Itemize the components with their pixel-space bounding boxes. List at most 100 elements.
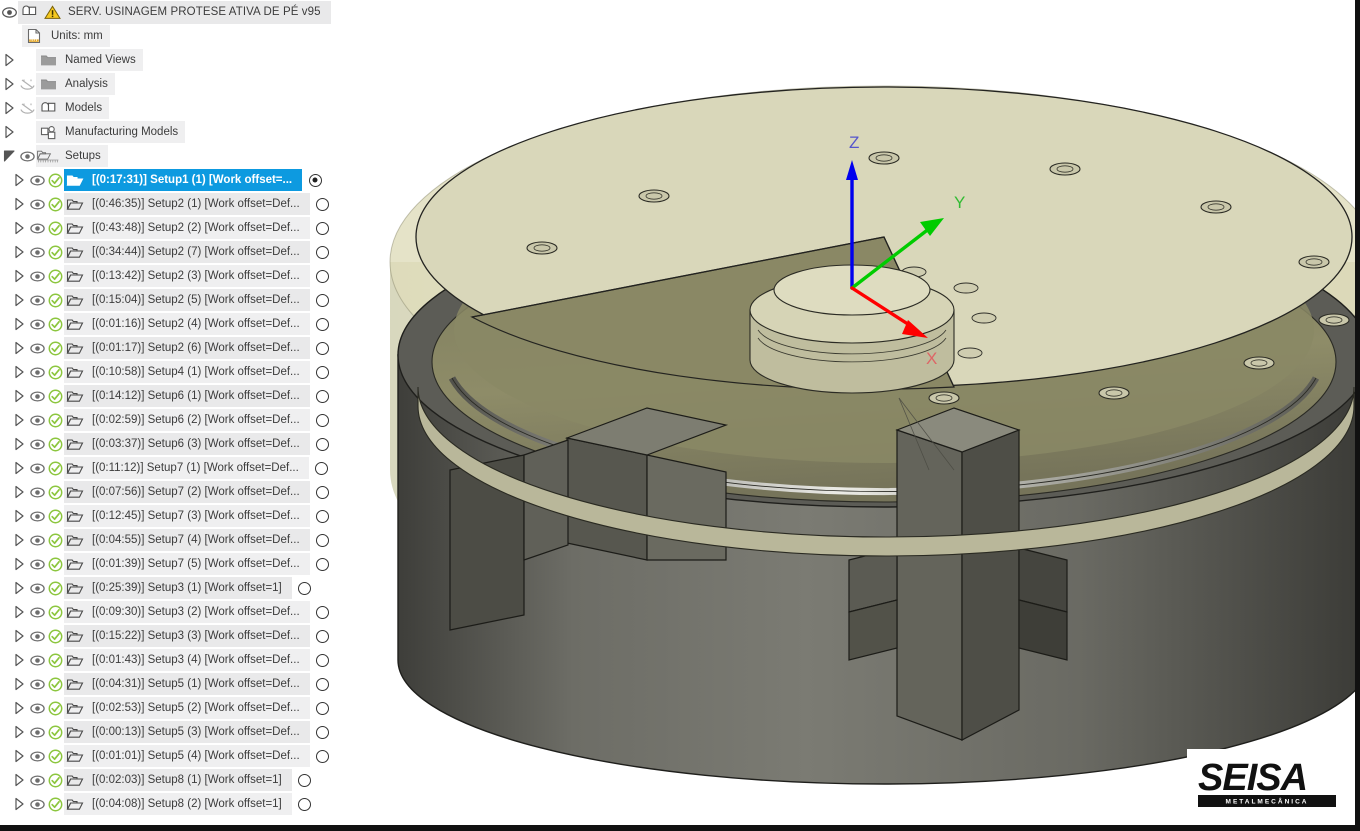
visibility-eye-icon[interactable] (28, 576, 46, 600)
expand-arrow-icon[interactable] (10, 576, 28, 600)
radio-indicator[interactable] (316, 318, 329, 331)
radio-indicator[interactable] (316, 390, 329, 403)
activate-setup-radio[interactable] (309, 457, 335, 479)
radio-indicator[interactable] (316, 654, 329, 667)
collapse-arrow-icon[interactable] (0, 144, 18, 168)
expand-arrow-icon[interactable] (10, 264, 28, 288)
expand-arrow-icon[interactable] (10, 600, 28, 624)
radio-indicator[interactable] (316, 558, 329, 571)
activate-setup-radio[interactable] (310, 385, 336, 407)
setup-row[interactable]: [(0:04:55)] Setup7 (4) [Work offset=Def.… (0, 528, 354, 552)
expand-arrow-icon[interactable] (10, 312, 28, 336)
visibility-eye-icon[interactable] (28, 696, 46, 720)
radio-indicator[interactable] (316, 678, 329, 691)
activate-setup-radio[interactable] (292, 577, 318, 599)
activate-setup-radio[interactable] (310, 241, 336, 263)
expand-arrow-icon[interactable] (10, 408, 28, 432)
document-root-row[interactable]: SERV. USINAGEM PROTESE ATIVA DE PÉ v95 (0, 0, 354, 24)
activate-setup-radio[interactable] (310, 601, 336, 623)
expand-arrow-icon[interactable] (10, 192, 28, 216)
visibility-eye-icon[interactable] (28, 408, 46, 432)
setup-row[interactable]: [(0:04:31)] Setup5 (1) [Work offset=Def.… (0, 672, 354, 696)
setup-row[interactable]: [(0:01:16)] Setup2 (4) [Work offset=Def.… (0, 312, 354, 336)
radio-indicator[interactable] (316, 510, 329, 523)
visibility-eye-icon[interactable] (28, 624, 46, 648)
activate-setup-radio[interactable] (310, 481, 336, 503)
expand-arrow-icon[interactable] (10, 384, 28, 408)
setup-row[interactable]: [(0:46:35)] Setup2 (1) [Work offset=Def.… (0, 192, 354, 216)
setup-row[interactable]: [(0:00:13)] Setup5 (3) [Work offset=Def.… (0, 720, 354, 744)
visibility-eye-icon[interactable] (28, 720, 46, 744)
setup-row[interactable]: [(0:09:30)] Setup3 (2) [Work offset=Def.… (0, 600, 354, 624)
activate-setup-radio[interactable] (292, 769, 318, 791)
expand-arrow-icon[interactable] (10, 624, 28, 648)
visibility-eye-icon[interactable] (28, 216, 46, 240)
visibility-eye-hidden-icon[interactable] (18, 96, 36, 120)
setup-row[interactable]: [(0:43:48)] Setup2 (2) [Work offset=Def.… (0, 216, 354, 240)
setup-row[interactable]: [(0:15:04)] Setup2 (5) [Work offset=Def.… (0, 288, 354, 312)
activate-setup-radio[interactable] (310, 529, 336, 551)
expand-arrow-icon[interactable] (10, 528, 28, 552)
setup-row[interactable]: [(0:01:39)] Setup7 (5) [Work offset=Def.… (0, 552, 354, 576)
radio-indicator[interactable] (316, 630, 329, 643)
visibility-eye-icon[interactable] (28, 168, 46, 192)
expand-arrow-icon[interactable] (10, 432, 28, 456)
expand-arrow-icon[interactable] (10, 240, 28, 264)
radio-indicator[interactable] (316, 270, 329, 283)
setup-row[interactable]: [(0:01:17)] Setup2 (6) [Work offset=Def.… (0, 336, 354, 360)
tree-node-named-views[interactable]: Named Views (0, 48, 354, 72)
setup-row[interactable]: [(0:15:22)] Setup3 (3) [Work offset=Def.… (0, 624, 354, 648)
activate-setup-radio[interactable] (310, 193, 336, 215)
activate-setup-radio[interactable] (310, 505, 336, 527)
setup-row[interactable]: [(0:04:08)] Setup8 (2) [Work offset=1] (0, 792, 354, 816)
expand-arrow-icon[interactable] (10, 360, 28, 384)
radio-indicator[interactable] (316, 246, 329, 259)
expand-arrow-icon[interactable] (10, 480, 28, 504)
visibility-eye-icon[interactable] (28, 744, 46, 768)
setup-row[interactable]: [(0:01:43)] Setup3 (4) [Work offset=Def.… (0, 648, 354, 672)
visibility-eye-icon[interactable] (28, 192, 46, 216)
setup-row[interactable]: [(0:14:12)] Setup6 (1) [Work offset=Def.… (0, 384, 354, 408)
visibility-eye-icon[interactable] (28, 600, 46, 624)
visibility-eye-icon[interactable] (28, 648, 46, 672)
activate-setup-radio[interactable] (310, 745, 336, 767)
radio-indicator[interactable] (298, 582, 311, 595)
activate-setup-radio[interactable] (310, 409, 336, 431)
setup-row[interactable]: [(0:03:37)] Setup6 (3) [Work offset=Def.… (0, 432, 354, 456)
expand-arrow-icon[interactable] (10, 504, 28, 528)
radio-indicator[interactable] (316, 294, 329, 307)
setup-row[interactable]: [(0:17:31)] Setup1 (1) [Work offset=... (0, 168, 354, 192)
expand-arrow-icon[interactable] (10, 744, 28, 768)
radio-indicator[interactable] (316, 726, 329, 739)
setup-row[interactable]: [(0:34:44)] Setup2 (7) [Work offset=Def.… (0, 240, 354, 264)
setup-row[interactable]: [(0:02:59)] Setup6 (2) [Work offset=Def.… (0, 408, 354, 432)
visibility-eye-icon[interactable] (28, 792, 46, 816)
radio-indicator[interactable] (316, 222, 329, 235)
setup-row[interactable]: [(0:01:01)] Setup5 (4) [Work offset=Def.… (0, 744, 354, 768)
expand-arrow-icon[interactable] (0, 72, 18, 96)
activate-setup-radio[interactable] (310, 673, 336, 695)
setup-row[interactable]: [(0:11:12)] Setup7 (1) [Work offset=Def.… (0, 456, 354, 480)
radio-indicator[interactable] (316, 198, 329, 211)
expand-arrow-icon[interactable] (0, 48, 18, 72)
setup-row[interactable]: [(0:13:42)] Setup2 (3) [Work offset=Def.… (0, 264, 354, 288)
visibility-eye-icon[interactable] (28, 360, 46, 384)
activate-setup-radio[interactable] (302, 169, 328, 191)
radio-indicator[interactable] (316, 486, 329, 499)
setup-row[interactable]: [(0:10:58)] Setup4 (1) [Work offset=Def.… (0, 360, 354, 384)
expand-arrow-icon[interactable] (10, 696, 28, 720)
activate-setup-radio[interactable] (310, 553, 336, 575)
visibility-eye-icon[interactable] (28, 336, 46, 360)
expand-arrow-icon[interactable] (10, 672, 28, 696)
activate-setup-radio[interactable] (310, 433, 336, 455)
activate-setup-radio[interactable] (292, 793, 318, 815)
activate-setup-radio[interactable] (310, 361, 336, 383)
visibility-eye-icon[interactable] (28, 288, 46, 312)
radio-indicator[interactable] (298, 798, 311, 811)
expand-arrow-icon[interactable] (10, 792, 28, 816)
expand-arrow-icon[interactable] (0, 96, 18, 120)
activate-setup-radio[interactable] (310, 313, 336, 335)
activate-setup-radio[interactable] (310, 217, 336, 239)
visibility-eye-icon[interactable] (28, 384, 46, 408)
activate-setup-radio[interactable] (310, 289, 336, 311)
